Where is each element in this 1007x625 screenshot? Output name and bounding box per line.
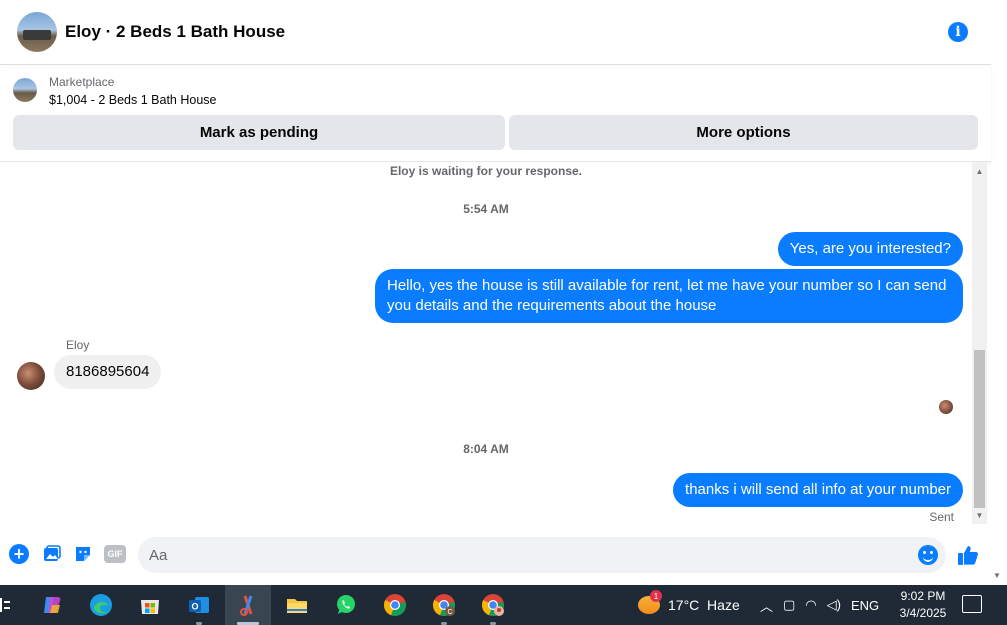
gif-icon[interactable]: GIF xyxy=(104,545,126,563)
outgoing-message[interactable]: Yes, are you interested? xyxy=(777,232,963,266)
timestamp: 5:54 AM xyxy=(463,202,509,216)
page-scroll-down-arrow-icon[interactable]: ▼ xyxy=(993,571,1001,580)
message-composer: + GIF xyxy=(0,532,991,580)
clock-time: 9:02 PM xyxy=(900,589,946,603)
info-icon[interactable]: i xyxy=(948,22,968,42)
system-tray: ︿ ▢ ◠ ◁) ENG xyxy=(760,585,889,625)
snipping-tool-icon[interactable] xyxy=(225,585,271,625)
notification-center-icon[interactable] xyxy=(962,595,982,613)
timestamp: 8:04 AM xyxy=(463,442,509,456)
volume-icon[interactable]: ◁) xyxy=(827,597,841,613)
microsoft-store-icon[interactable] xyxy=(127,585,173,625)
message-input[interactable] xyxy=(149,537,909,573)
message-scrollbar[interactable]: ▲ ▼ xyxy=(972,162,987,524)
chat-header: Eloy · 2 Beds 1 Bath House i xyxy=(0,0,991,65)
like-icon[interactable] xyxy=(956,543,980,567)
message-status: Sent xyxy=(929,510,954,524)
outgoing-message[interactable]: Hello, yes the house is still available … xyxy=(375,269,963,323)
seen-indicator-avatar xyxy=(939,400,953,414)
mark-as-pending-button[interactable]: Mark as pending xyxy=(13,115,505,150)
taskbar-clock[interactable]: 9:02 PM 3/4/2025 xyxy=(893,588,953,622)
sticker-icon[interactable] xyxy=(73,544,93,564)
chat-title[interactable]: Eloy · 2 Beds 1 Bath House xyxy=(65,22,285,42)
plus-icon[interactable]: + xyxy=(9,544,29,564)
windows-taskbar: O C 1 17°C Haze ︿ ▢ ◠ ◁) ENG 9:02 PM 3/4… xyxy=(0,585,1007,625)
listing-avatar[interactable] xyxy=(17,12,57,52)
chrome-icon[interactable] xyxy=(372,585,418,625)
outlook-icon[interactable]: O xyxy=(176,585,222,625)
copilot-icon[interactable] xyxy=(29,585,75,625)
messenger-window: Eloy · 2 Beds 1 Bath House i Marketplace… xyxy=(0,0,1007,625)
wifi-icon[interactable]: ◠ xyxy=(805,597,816,613)
listing-thumbnail[interactable] xyxy=(13,78,37,102)
marketplace-label: Marketplace xyxy=(49,75,115,89)
file-explorer-icon[interactable] xyxy=(274,585,320,625)
scroll-thumb[interactable] xyxy=(974,350,985,508)
chrome-profile-2-icon[interactable] xyxy=(470,585,516,625)
message-input-box xyxy=(138,537,946,573)
task-view-icon[interactable] xyxy=(0,595,12,615)
outgoing-message[interactable]: thanks i will send all info at your numb… xyxy=(673,473,963,507)
language-indicator[interactable]: ENG xyxy=(851,598,879,613)
scroll-down-arrow-icon[interactable]: ▼ xyxy=(972,508,987,522)
marketplace-listing-panel: Marketplace $1,004 - 2 Beds 1 Bath House… xyxy=(0,66,991,162)
meet-now-icon[interactable]: ▢ xyxy=(783,597,795,613)
scroll-up-arrow-icon[interactable]: ▲ xyxy=(972,164,987,178)
show-hidden-icons-icon[interactable]: ︿ xyxy=(760,596,773,615)
waiting-notice: Eloy is waiting for your response. xyxy=(389,164,583,178)
whatsapp-icon[interactable] xyxy=(323,585,369,625)
weather-notification-badge: 1 xyxy=(650,590,662,602)
listing-details[interactable]: $1,004 - 2 Beds 1 Bath House xyxy=(49,93,216,107)
message-thread: Eloy is waiting for your response. 5:54 … xyxy=(0,162,972,532)
more-options-button[interactable]: More options xyxy=(509,115,978,150)
sender-name: Eloy xyxy=(66,338,90,352)
svg-text:O: O xyxy=(191,602,198,612)
sender-avatar[interactable] xyxy=(17,362,45,390)
chrome-profile-c-icon[interactable]: C xyxy=(421,585,467,625)
edge-browser-icon[interactable] xyxy=(78,585,124,625)
weather-haze-icon: 1 xyxy=(638,590,662,614)
weather-widget[interactable]: 1 17°C Haze xyxy=(638,585,740,625)
emoji-icon[interactable] xyxy=(918,545,938,565)
weather-text: 17°C Haze xyxy=(668,597,740,613)
incoming-message[interactable]: 8186895604 xyxy=(54,355,162,389)
photo-icon[interactable] xyxy=(42,544,62,564)
svg-text:C: C xyxy=(447,609,452,616)
clock-date: 3/4/2025 xyxy=(899,606,947,620)
